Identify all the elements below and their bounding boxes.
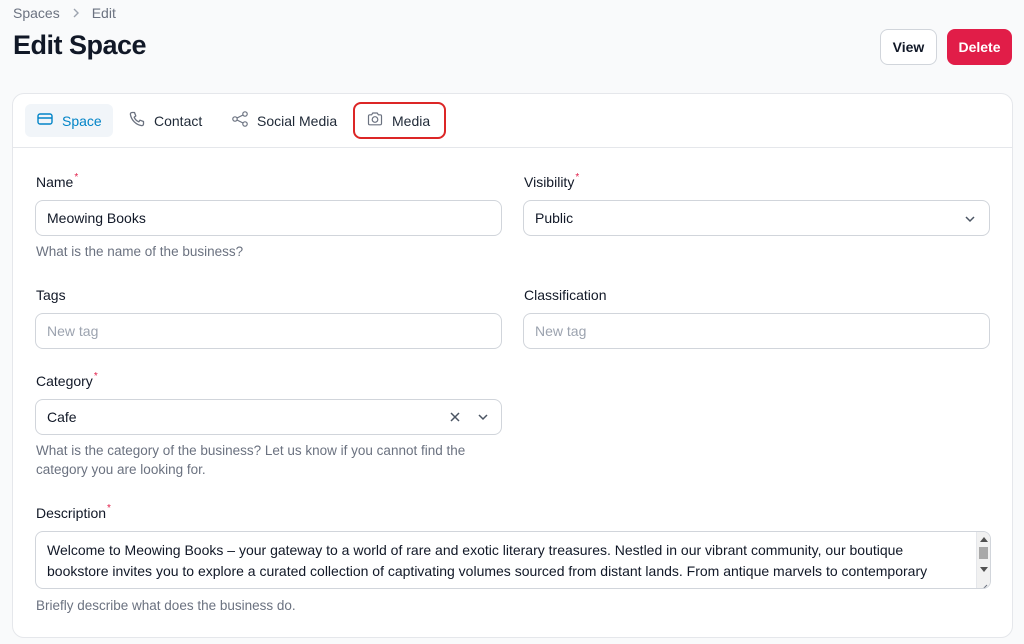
description-label: Description* xyxy=(36,503,111,521)
tags-input[interactable]: New tag xyxy=(35,313,502,349)
tab-social-media-label: Social Media xyxy=(257,112,338,129)
tab-media[interactable]: Media xyxy=(353,102,446,139)
tab-social-media[interactable]: Social Media xyxy=(220,104,348,137)
classification-label: Classification xyxy=(524,287,607,303)
edit-form-card: Space Contact Social Media Media Name* M… xyxy=(12,93,1013,638)
tab-contact[interactable]: Contact xyxy=(117,104,213,137)
card-icon xyxy=(36,110,54,131)
name-label: Name* xyxy=(36,172,79,190)
category-value: Cafe xyxy=(47,409,77,425)
classification-placeholder: New tag xyxy=(535,323,587,339)
header-actions: View Delete xyxy=(880,29,1012,65)
breadcrumb-spaces[interactable]: Spaces xyxy=(13,5,60,21)
category-helper: What is the category of the business? Le… xyxy=(36,443,466,477)
name-field[interactable]: Meowing Books xyxy=(35,200,502,236)
classification-input[interactable]: New tag xyxy=(523,313,990,349)
chevron-down-icon[interactable] xyxy=(476,410,490,424)
resize-grip-icon[interactable] xyxy=(978,577,988,588)
tab-bar: Space Contact Social Media Media xyxy=(13,94,1012,148)
description-textarea[interactable]: Welcome to Meowing Books – your gateway … xyxy=(35,531,991,589)
scroll-down-arrow-icon[interactable] xyxy=(980,567,988,572)
description-helper: Briefly describe what does the business … xyxy=(36,598,296,613)
page-title: Edit Space xyxy=(13,30,147,60)
camera-icon xyxy=(366,110,384,131)
tab-contact-label: Contact xyxy=(154,112,203,129)
delete-button[interactable]: Delete xyxy=(947,29,1012,65)
visibility-value: Public xyxy=(535,210,574,226)
clear-icon[interactable] xyxy=(448,410,462,424)
visibility-select[interactable]: Public xyxy=(523,200,990,236)
chevron-down-icon xyxy=(963,212,977,226)
share-icon xyxy=(231,110,249,131)
scrollbar-thumb[interactable] xyxy=(979,547,988,559)
chevron-right-icon xyxy=(70,7,82,19)
tags-placeholder: New tag xyxy=(47,323,99,339)
breadcrumb: Spaces Edit xyxy=(13,5,116,21)
phone-icon xyxy=(128,110,146,131)
name-helper: What is the name of the business? xyxy=(36,244,244,259)
category-select[interactable]: Cafe xyxy=(35,399,502,435)
category-label: Category* xyxy=(36,371,98,389)
breadcrumb-edit: Edit xyxy=(91,5,116,21)
tab-space[interactable]: Space xyxy=(25,104,113,137)
visibility-label: Visibility* xyxy=(524,172,580,190)
scroll-up-arrow-icon[interactable] xyxy=(980,537,988,542)
tab-space-label: Space xyxy=(62,112,102,129)
tags-label: Tags xyxy=(36,287,66,303)
tab-media-label: Media xyxy=(392,112,431,129)
description-value: Welcome to Meowing Books – your gateway … xyxy=(47,542,928,579)
view-button[interactable]: View xyxy=(880,29,937,65)
name-value: Meowing Books xyxy=(47,210,146,226)
